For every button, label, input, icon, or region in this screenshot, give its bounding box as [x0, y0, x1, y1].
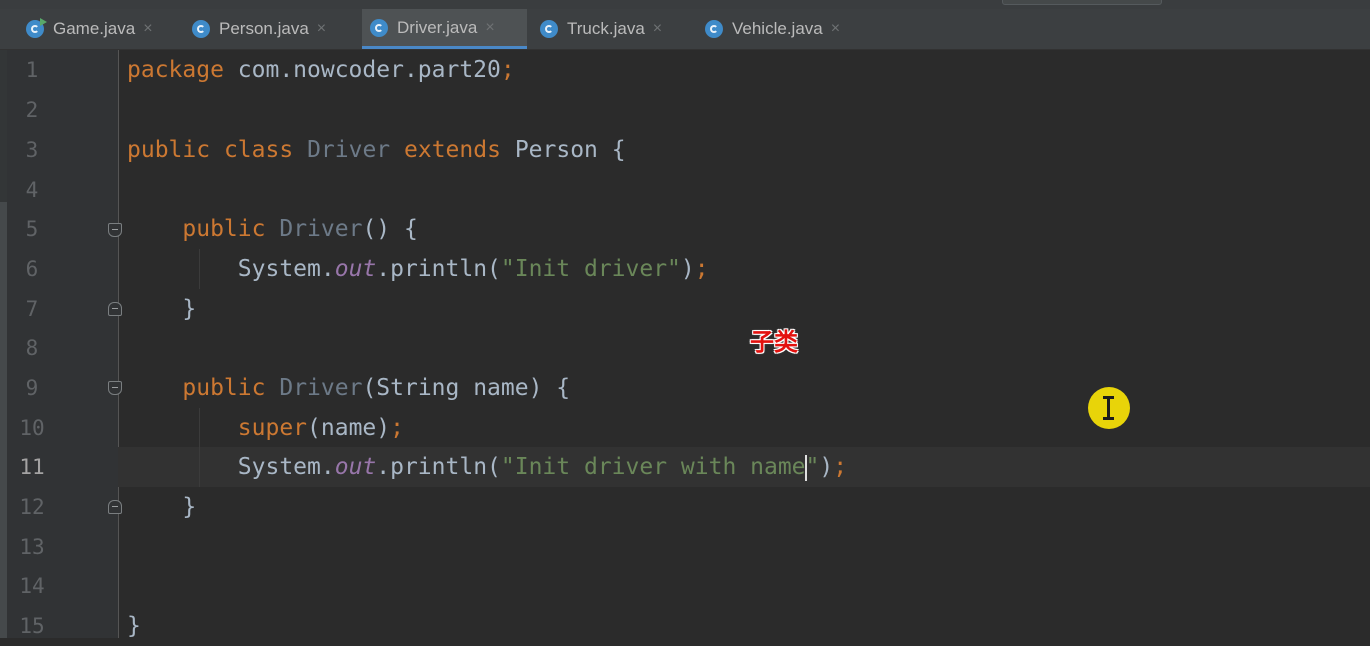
line-number: 6: [25, 257, 39, 281]
line-number: 5: [25, 217, 39, 241]
constructor-params: (String name) {: [362, 375, 571, 401]
close-brace: }: [182, 296, 197, 322]
tab-game-java[interactable]: Game.java ×: [20, 9, 180, 49]
code-area[interactable]: package com.nowcoder.part20; public clas…: [118, 50, 1370, 639]
project-scrollbar[interactable]: [0, 50, 7, 638]
code-line-12[interactable]: }: [118, 487, 1370, 527]
code-line-6[interactable]: System.out.println("Init driver");: [118, 249, 1370, 289]
tab-person-java[interactable]: Person.java ×: [186, 9, 354, 49]
tab-close-icon[interactable]: ×: [485, 19, 494, 37]
line-number: 10: [19, 416, 45, 440]
tab-driver-java[interactable]: Driver.java ×: [362, 9, 527, 49]
class-name: Driver: [307, 137, 391, 163]
constructor-name: Driver: [279, 375, 363, 401]
code-editor[interactable]: 1 2 3 4 5 6 7 8 9 10 11 12 13 14 15 pack…: [0, 50, 1370, 639]
keyword-public: public: [182, 375, 266, 401]
keyword-extends: extends: [404, 137, 501, 163]
code-line-14[interactable]: }: [118, 606, 1370, 646]
line-number: 1: [25, 58, 39, 82]
tab-close-icon[interactable]: ×: [831, 20, 840, 38]
line-number: 8: [25, 336, 39, 360]
line-number: 9: [25, 376, 39, 400]
system-object: System.: [237, 256, 335, 282]
code-line-11-current[interactable]: System.out.println("Init driver with nam…: [118, 447, 1370, 487]
line-number: 7: [25, 297, 39, 321]
close-paren: ): [819, 454, 834, 480]
line-number: 12: [19, 495, 45, 519]
tab-vehicle-java[interactable]: Vehicle.java ×: [699, 9, 869, 49]
system-object: System.: [237, 454, 335, 480]
overlay-annotation: 子类: [750, 328, 798, 356]
close-brace: }: [182, 494, 197, 520]
ibeam-cursor-icon: [1103, 396, 1114, 420]
constructor-name: Driver: [279, 216, 363, 242]
editor-tab-bar: Game.java × Person.java × Driver.java × …: [0, 9, 1370, 50]
line-number: 3: [25, 138, 39, 162]
keyword-public: public: [127, 137, 211, 163]
parent-class-name: Person: [514, 137, 598, 163]
static-field-out: out: [334, 256, 377, 282]
println-call: .println(: [376, 454, 501, 480]
line-number-current: 11: [19, 455, 45, 479]
semicolon: ;: [833, 454, 848, 480]
scrollbar-thumb[interactable]: [0, 202, 7, 638]
tab-label: Game.java: [53, 19, 136, 38]
mouse-cursor-highlight-icon: [1088, 387, 1130, 429]
package-name: com.nowcoder.part20: [223, 57, 501, 83]
line-number: 13: [19, 535, 45, 559]
keyword-super: super: [237, 415, 308, 441]
java-class-icon: [540, 20, 558, 38]
tab-close-icon[interactable]: ×: [143, 20, 152, 38]
code-line-10[interactable]: super(name);: [118, 408, 1370, 448]
java-class-icon: [370, 18, 388, 37]
line-number: 14: [19, 574, 45, 598]
tab-label: Person.java: [219, 19, 309, 38]
constructor-params: () {: [362, 216, 418, 242]
tab-close-icon[interactable]: ×: [317, 20, 326, 38]
tab-truck-java[interactable]: Truck.java ×: [534, 9, 692, 49]
toolbar-field[interactable]: [1002, 0, 1162, 5]
semicolon: ;: [390, 415, 404, 441]
close-brace: }: [127, 613, 141, 639]
line-number: 15: [19, 614, 45, 638]
java-class-icon: [705, 20, 723, 38]
java-class-icon: [192, 20, 210, 38]
string-literal: "Init driver with name: [500, 454, 806, 480]
semicolon: ;: [500, 57, 515, 83]
java-class-run-icon: [26, 18, 47, 38]
code-line-9[interactable]: public Driver(String name) {: [118, 368, 1370, 408]
tab-close-icon[interactable]: ×: [653, 20, 662, 38]
tab-label: Vehicle.java: [732, 19, 823, 38]
code-line-3[interactable]: public class Driver extends Person {: [118, 130, 1370, 170]
keyword-package: package: [127, 57, 224, 83]
static-field-out: out: [334, 454, 377, 480]
keyword-public: public: [182, 216, 266, 242]
string-literal-end: ": [805, 454, 820, 480]
line-number: 4: [25, 178, 39, 202]
println-call: .println(: [376, 256, 501, 282]
code-line-7[interactable]: }: [118, 289, 1370, 329]
tab-label: Driver.java: [397, 17, 478, 37]
top-toolbar-strip: [0, 0, 1370, 9]
open-brace: {: [611, 137, 626, 163]
line-number: 2: [25, 98, 39, 122]
keyword-class: class: [223, 137, 294, 163]
code-line-1[interactable]: package com.nowcoder.part20;: [118, 50, 1370, 90]
line-number-gutter: 1 2 3 4 5 6 7 8 9 10 11 12 13 14 15: [7, 50, 110, 638]
tab-label: Truck.java: [567, 19, 645, 38]
string-literal: "Init driver": [500, 256, 681, 282]
semicolon: ;: [694, 256, 709, 282]
code-line-5[interactable]: public Driver() {: [118, 209, 1370, 249]
super-args: (name): [307, 415, 391, 441]
close-paren: ): [680, 256, 695, 282]
